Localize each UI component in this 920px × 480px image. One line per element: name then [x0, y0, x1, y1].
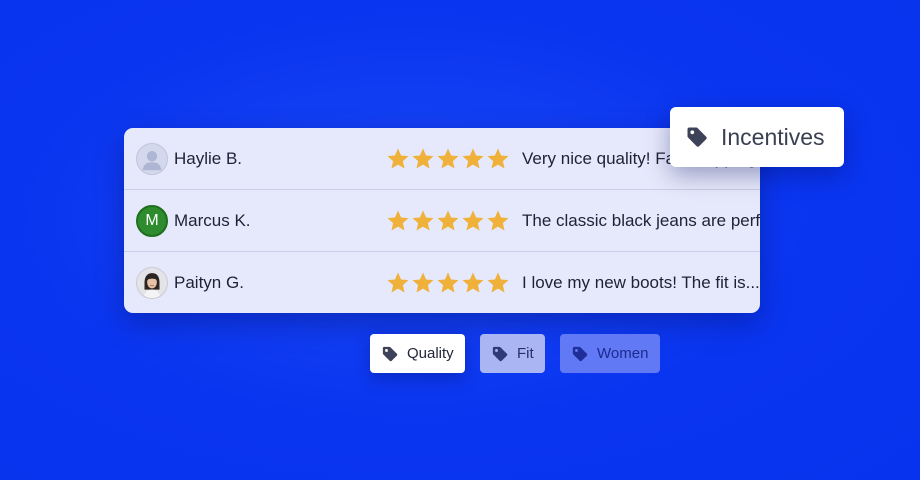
avatar-letter: M [145, 211, 159, 229]
star-icon [462, 272, 484, 292]
star-rating [386, 209, 510, 233]
star-icon [387, 148, 409, 168]
tag-chip-label: Women [597, 345, 649, 362]
incentives-popover[interactable]: Incentives [670, 107, 844, 167]
tag-chip-quality[interactable]: Quality [370, 334, 465, 373]
review-row[interactable]: M Marcus K. The classic black jeans are … [124, 189, 760, 251]
tag-chip-fit[interactable]: Fit [480, 334, 545, 373]
star-icon [462, 210, 484, 230]
tag-chip-women[interactable]: Women [560, 334, 660, 373]
reviewer-name: Haylie B. [174, 148, 243, 168]
letter-avatar: M [136, 204, 168, 237]
review-text: The classic black jeans are perfect! [522, 210, 760, 230]
star-icon [412, 148, 434, 168]
tag-icon [687, 127, 707, 147]
star-rating [386, 271, 510, 295]
star-icon [462, 148, 484, 168]
reviews-card: Haylie B. Very nice quality! Fast shippi… [124, 128, 760, 313]
star-icon [437, 272, 459, 292]
star-icon [487, 210, 509, 230]
reviewer-name: Paityn G. [174, 272, 244, 292]
star-icon [412, 210, 434, 230]
star-icon [387, 210, 409, 230]
star-icon [437, 148, 459, 168]
star-icon [487, 148, 509, 168]
user-icon [142, 150, 162, 170]
tag-icon [492, 346, 508, 361]
review-row[interactable]: Haylie B. Very nice quality! Fast shippi… [124, 128, 760, 189]
incentives-label: Incentives [721, 123, 825, 150]
star-icon [387, 272, 409, 292]
star-icon [487, 272, 509, 292]
tag-icon [572, 346, 588, 361]
star-icon [412, 272, 434, 292]
tag-chip-label: Quality [407, 345, 454, 362]
star-icon [437, 210, 459, 230]
review-row[interactable]: Paityn G. I love my new boots! The fit i… [124, 251, 760, 313]
star-rating [386, 147, 510, 171]
reviewer-name: Marcus K. [174, 210, 251, 230]
tag-chip-label: Fit [517, 345, 534, 362]
person-portrait-icon [137, 267, 167, 298]
review-text: I love my new boots! The fit is... [522, 272, 760, 292]
generic-user-avatar [136, 142, 168, 175]
tag-icon [382, 346, 398, 361]
photo-avatar [136, 266, 168, 299]
